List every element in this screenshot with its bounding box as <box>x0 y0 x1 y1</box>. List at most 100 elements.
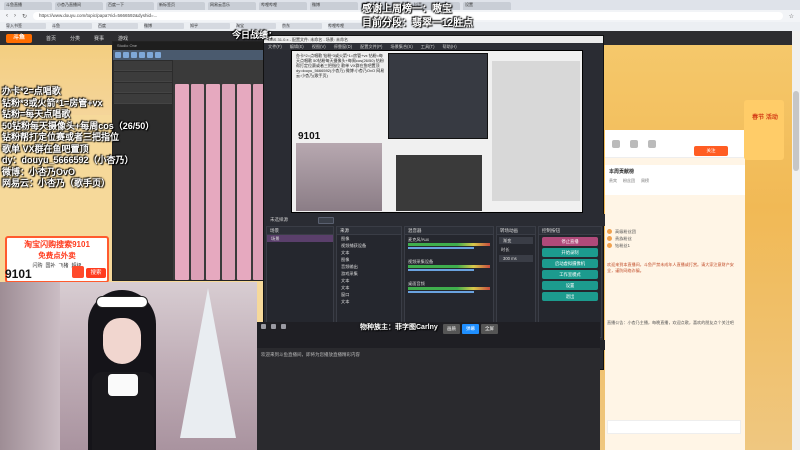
obs-menu-file[interactable]: 文件(F) <box>268 43 282 50</box>
browser-tab[interactable]: 新标签页 <box>157 2 205 10</box>
source-item[interactable]: 窗口 <box>337 291 401 298</box>
mixer-channel: 麦克风/Aux <box>408 237 490 249</box>
obs-menu-tools[interactable]: 工具(T) <box>421 43 435 50</box>
mixer-channel[interactable] <box>237 84 251 280</box>
daw-track[interactable] <box>114 61 172 71</box>
forward-icon[interactable]: › <box>14 13 16 19</box>
scene-item[interactable]: 场景 <box>267 235 333 242</box>
source-item[interactable]: 文本 <box>337 284 401 291</box>
source-item[interactable]: 文本 <box>337 249 401 256</box>
promo-search-button[interactable]: 搜索 <box>86 268 106 278</box>
obs-menu-profile[interactable]: 配置文件(P) <box>360 43 382 50</box>
chat-input[interactable] <box>607 420 741 434</box>
transition-select[interactable]: 渐变 <box>499 237 533 244</box>
properties-button[interactable] <box>318 216 334 224</box>
browser-tab[interactable]: 网易云音乐 <box>208 2 256 10</box>
obs-menu-edit[interactable]: 编辑(E) <box>290 43 304 50</box>
source-item[interactable]: 图像 <box>337 235 401 242</box>
mixer-channel: 视频采集设备 <box>408 259 490 271</box>
bookmark[interactable]: 导入书签 <box>6 23 46 29</box>
bookmark[interactable]: 京东 <box>282 23 322 29</box>
mixer-channel[interactable] <box>175 84 189 280</box>
studio-mode-button[interactable]: 工作室模式 <box>542 270 598 279</box>
volume-meter <box>408 287 490 290</box>
obs-menu-view[interactable]: 视图(V) <box>312 43 326 50</box>
page-scrollbar[interactable] <box>792 31 800 450</box>
overlay-line: 钻粉=每天点唱歌 <box>2 109 71 119</box>
screen: 斗鱼直播 小杏乃直播间 百度一下 新标签页 网易云音乐 哔哩哔哩 微博 淘宝 抖… <box>0 0 800 450</box>
phone-icon[interactable] <box>648 140 656 148</box>
danmaku-button[interactable]: 弹幕 <box>462 324 479 334</box>
exit-button[interactable]: 退出 <box>542 292 598 301</box>
rank-tab[interactable]: 粉丝团 <box>623 178 635 184</box>
daw-tool-icon[interactable] <box>131 52 137 58</box>
follow-button[interactable]: 关注 <box>694 146 728 156</box>
bookmark[interactable]: 知乎 <box>190 23 230 29</box>
mixer-channel[interactable] <box>206 84 220 280</box>
obs-menu-scenes[interactable]: 场景集合(S) <box>390 43 412 50</box>
daw-tool-icon[interactable] <box>139 52 145 58</box>
daw-track[interactable] <box>114 72 172 82</box>
daw-titlebar: Studio One <box>113 42 266 50</box>
bookmark[interactable]: 百度 <box>98 23 138 29</box>
browser-tab[interactable]: 设置 <box>463 2 511 10</box>
mixer-channel-name: 桌面音频 <box>408 281 425 286</box>
browser-tab[interactable]: 斗鱼直播 <box>4 2 52 10</box>
daw-tool-icon[interactable] <box>147 52 153 58</box>
source-item[interactable]: 音频输出 <box>337 263 401 270</box>
contribution-rank: 本周贡献榜 贵宾 粉丝团 周榜 <box>605 165 745 195</box>
bookmark[interactable]: 斗鱼 <box>52 23 92 29</box>
back-icon[interactable]: ‹ <box>6 13 8 19</box>
player-icons <box>261 324 286 329</box>
stop-streaming-button[interactable]: 停止直播 <box>542 237 598 246</box>
obs-menu-docks[interactable]: 停靠窗(D) <box>334 43 352 50</box>
rank-tab[interactable]: 周榜 <box>641 178 649 184</box>
daw-tool-icon[interactable] <box>155 52 161 58</box>
volume-meter <box>408 243 490 246</box>
event-card[interactable] <box>744 100 784 160</box>
source-item[interactable]: 图像 <box>337 256 401 263</box>
gift-icon[interactable] <box>630 140 638 148</box>
nav-category[interactable]: 分类 <box>70 35 80 42</box>
settings-button[interactable]: 设置 <box>542 281 598 290</box>
share-icon[interactable] <box>612 140 620 148</box>
play-icon[interactable] <box>261 324 266 329</box>
browser-tab[interactable]: 微博 <box>310 2 358 10</box>
start-recording-button[interactable]: 开始录制 <box>542 248 598 257</box>
duration-input[interactable]: 300 ms <box>499 255 533 262</box>
reload-icon[interactable]: ↻ <box>22 13 27 20</box>
mixer-channel[interactable] <box>221 84 235 280</box>
quality-button[interactable]: 画质 <box>443 324 460 334</box>
scrollbar-thumb[interactable] <box>793 91 799 171</box>
obs-preview[interactable]: 办卡*2=点唱歌 钻粉*3或火箭*1=房管+vx 钻粉=每天点唱歌 50钻粉每天… <box>291 50 583 213</box>
daw-tool-icon[interactable] <box>115 52 121 58</box>
browser-tab[interactable]: 哔哩哔哩 <box>259 2 307 10</box>
source-item[interactable]: 视频捕获设备 <box>337 242 401 249</box>
daw-tool-icon[interactable] <box>123 52 129 58</box>
volume-icon[interactable] <box>281 324 286 329</box>
virtual-camera-button[interactable]: 启动虚拟摄像机 <box>542 259 598 268</box>
obs-menu-help[interactable]: 帮助(H) <box>442 43 456 50</box>
source-item[interactable]: 文本 <box>337 298 401 305</box>
volume-slider[interactable] <box>408 247 474 249</box>
source-item[interactable]: 文本 <box>337 277 401 284</box>
refresh-icon[interactable] <box>271 324 276 329</box>
fullscreen-button[interactable]: 全屏 <box>481 324 498 334</box>
promo-tag: 闪购 <box>32 263 43 269</box>
volume-slider[interactable] <box>408 269 474 271</box>
douyu-logo[interactable]: 斗鱼 <box>6 33 32 43</box>
chat-user: 钻粉丝1 <box>615 242 630 248</box>
volume-slider[interactable] <box>408 291 474 293</box>
chat-user: 贵族粉丝 <box>615 235 632 241</box>
bookmark[interactable]: 微博 <box>144 23 184 29</box>
browser-tab[interactable]: 小杏乃直播间 <box>55 2 103 10</box>
rank-tab[interactable]: 贵宾 <box>609 178 617 184</box>
mixer-channel[interactable] <box>190 84 204 280</box>
dock-title: 场景 <box>267 227 333 235</box>
nav-home[interactable]: 首页 <box>46 35 56 42</box>
nav-match[interactable]: 赛事 <box>94 35 104 42</box>
rank-title: 本周贡献榜 <box>609 169 635 175</box>
source-item[interactable]: 游戏采集 <box>337 270 401 277</box>
browser-tab[interactable]: 百度一下 <box>106 2 154 10</box>
star-icon[interactable]: ☆ <box>789 13 794 20</box>
